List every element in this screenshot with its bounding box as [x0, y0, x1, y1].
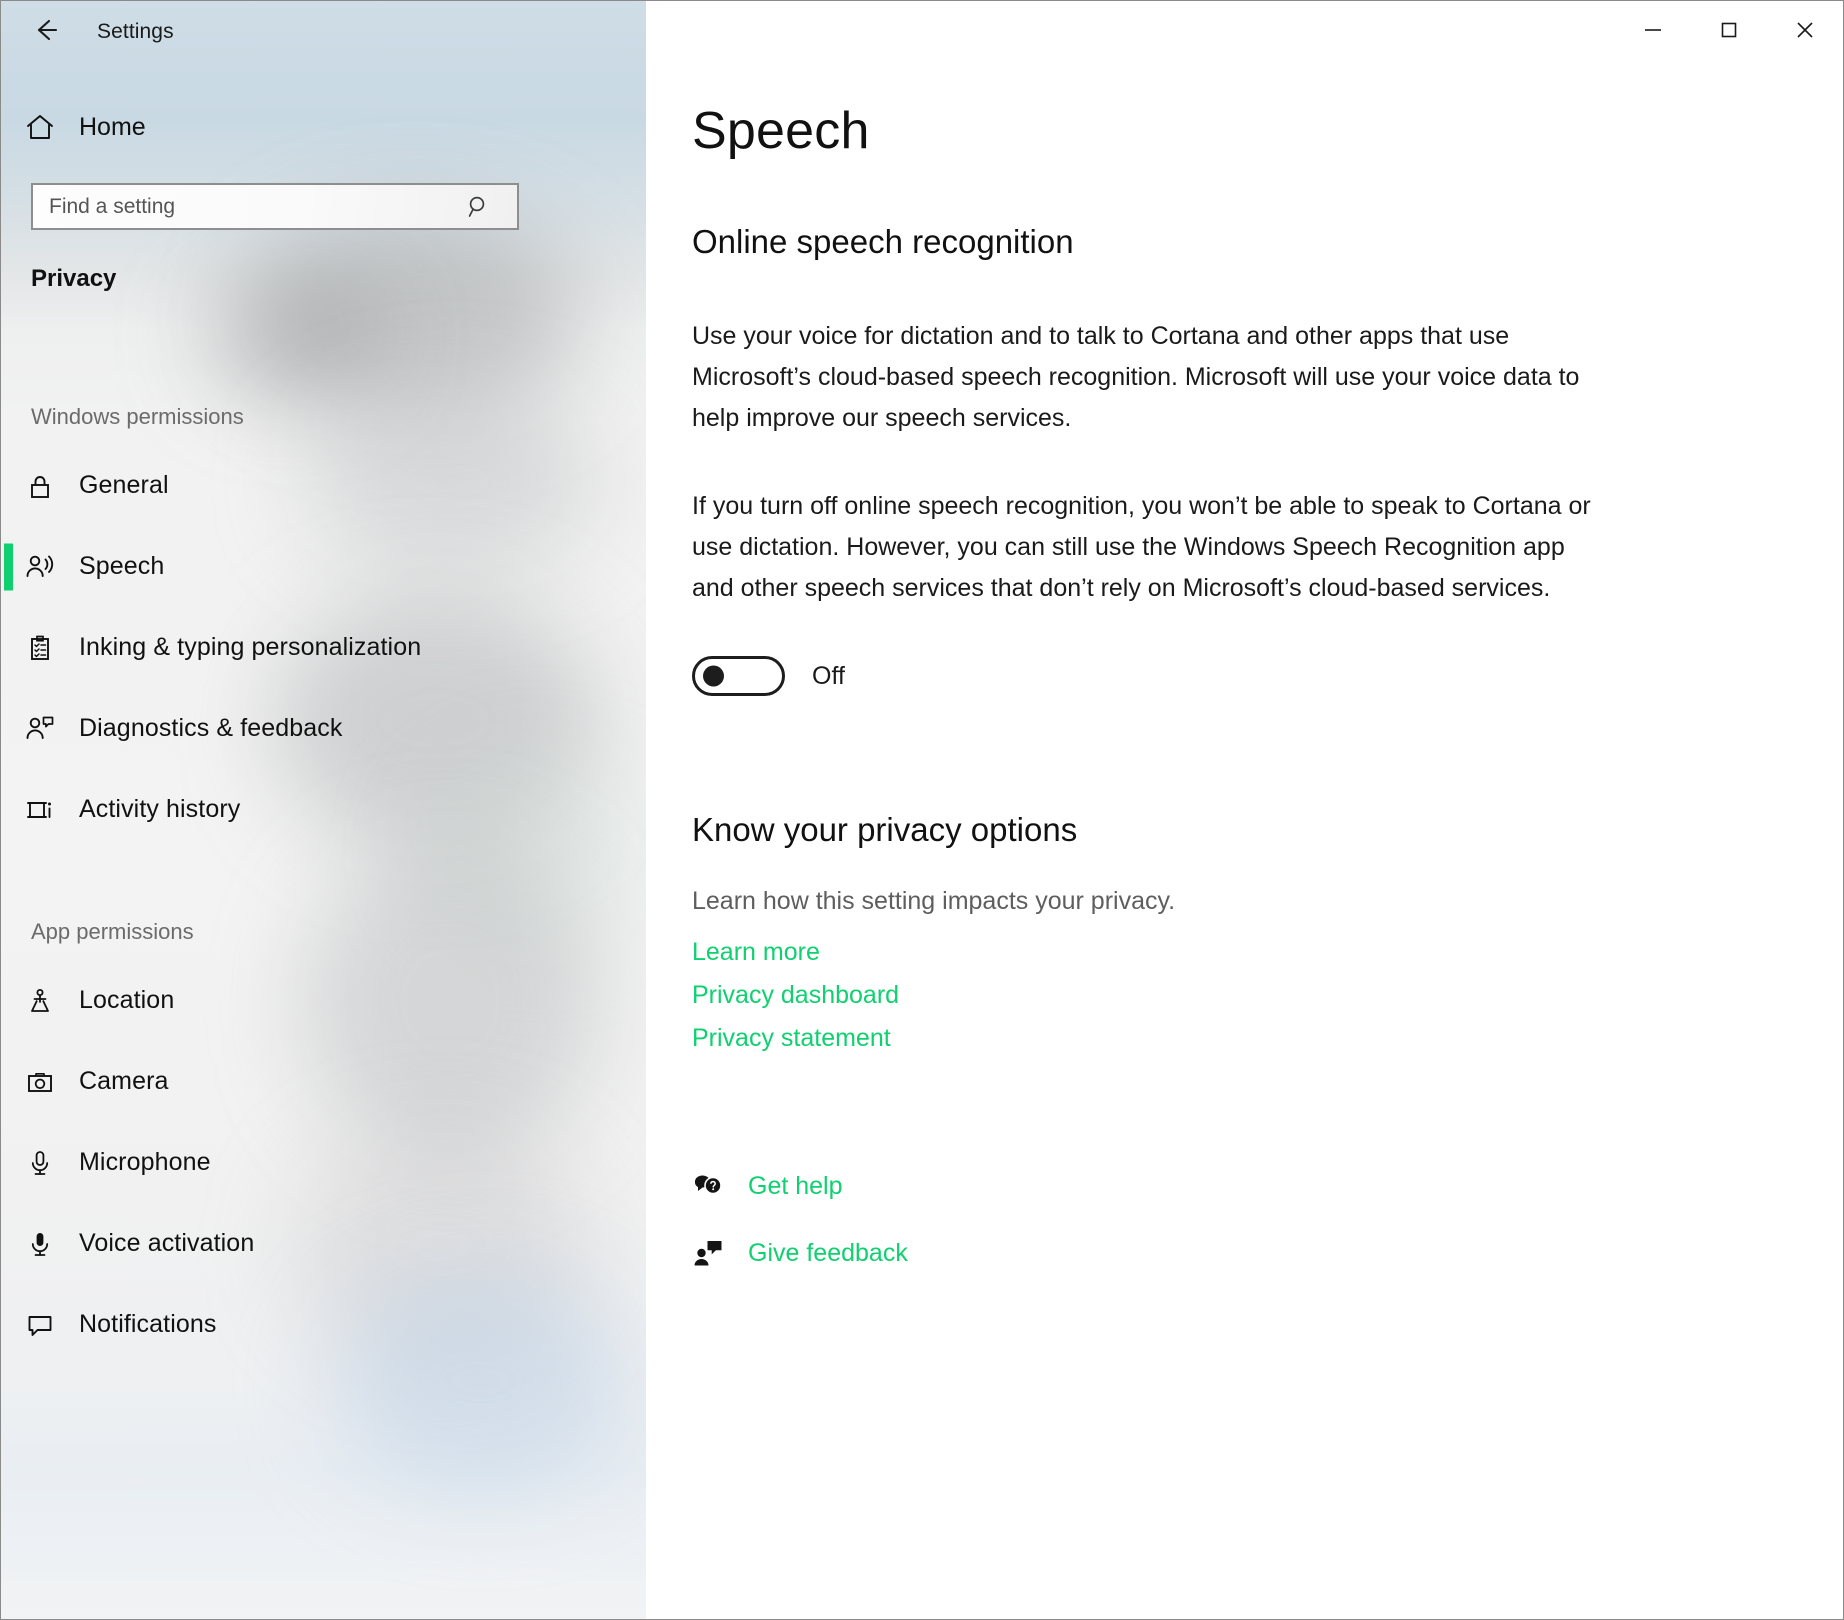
back-arrow-icon [29, 13, 63, 52]
sidebar-item-inking-typing-label: Inking & typing personalization [79, 633, 422, 661]
sidebar-item-activity-history[interactable]: Activity history [1, 769, 561, 850]
page-title: Speech [692, 102, 870, 160]
sidebar-nav-list: Windows permissions General Speech Inkin… [1, 389, 646, 1365]
minimize-icon [1640, 17, 1666, 48]
toggle-knob [703, 665, 724, 687]
sidebar-item-general-label: General [79, 471, 169, 499]
window-controls [1615, 1, 1843, 63]
sidebar-item-camera[interactable]: Camera [1, 1041, 561, 1122]
minimize-button[interactable] [1615, 1, 1691, 63]
sidebar-item-diagnostics-label: Diagnostics & feedback [79, 714, 343, 742]
link-privacy-dashboard[interactable]: Privacy dashboard [692, 974, 899, 1017]
sidebar-item-location[interactable]: Location [1, 960, 561, 1041]
sidebar-item-home-label: Home [79, 112, 146, 141]
sidebar-item-notifications[interactable]: Notifications [1, 1284, 561, 1365]
online-speech-recognition-toggle-row: Off [692, 656, 845, 696]
feedback-person-icon [692, 1237, 748, 1271]
person-feedback-icon [1, 712, 79, 746]
sidebar-item-activity-history-label: Activity history [79, 795, 241, 823]
sidebar-item-diagnostics-feedback[interactable]: Diagnostics & feedback [1, 688, 561, 769]
sidebar: Settings Home Find a setting Privacy Win… [1, 1, 646, 1619]
lock-icon [1, 470, 79, 502]
get-help-link[interactable]: Get help [692, 1153, 843, 1220]
online-speech-recognition-toggle[interactable] [692, 656, 785, 696]
search-input[interactable] [33, 185, 453, 228]
get-help-label: Get help [748, 1172, 843, 1200]
close-icon [1792, 17, 1818, 48]
location-pin-icon [1, 985, 79, 1017]
sidebar-item-voice-activation-label: Voice activation [79, 1229, 255, 1257]
privacy-links-list: Learn more Privacy dashboard Privacy sta… [692, 931, 899, 1060]
speech-bubble-icon [1, 1309, 79, 1341]
privacy-options-subtext: Learn how this setting impacts your priv… [692, 887, 1176, 915]
back-button[interactable] [15, 9, 77, 55]
sidebar-item-inking-typing-personalization[interactable]: Inking & typing personalization [1, 607, 561, 688]
microphone-icon [1, 1147, 79, 1179]
clipboard-checklist-icon [1, 632, 79, 664]
settings-window: Settings Home Find a setting Privacy Win… [0, 0, 1844, 1620]
maximize-icon [1716, 17, 1742, 48]
section-heading-online-speech-recognition: Online speech recognition [692, 223, 1074, 260]
description-paragraph-2: If you turn off online speech recognitio… [692, 492, 1591, 602]
sidebar-item-speech[interactable]: Speech [1, 526, 561, 607]
toggle-state-label: Off [812, 661, 845, 690]
sidebar-item-home[interactable]: Home [1, 99, 561, 155]
titlebar: Settings [1, 1, 646, 63]
home-icon [1, 111, 79, 143]
content-pane: Speech Online speech recognition Use you… [646, 1, 1843, 1619]
sidebar-item-voice-activation[interactable]: Voice activation [1, 1203, 561, 1284]
sidebar-item-general[interactable]: General [1, 445, 561, 526]
section-heading-know-your-privacy-options: Know your privacy options [692, 811, 1078, 848]
sidebar-group-header-windows-permissions: Windows permissions [31, 404, 244, 429]
sidebar-item-camera-label: Camera [79, 1067, 169, 1095]
help-bubbles-icon [692, 1170, 748, 1204]
window-title: Settings [97, 20, 174, 43]
sidebar-item-microphone-label: Microphone [79, 1148, 211, 1176]
sidebar-item-notifications-label: Notifications [79, 1310, 217, 1338]
sidebar-item-speech-label: Speech [79, 552, 165, 580]
page-category-title: Privacy [31, 265, 117, 292]
sidebar-item-microphone[interactable]: Microphone [1, 1122, 561, 1203]
sidebar-item-location-label: Location [79, 986, 175, 1014]
give-feedback-label: Give feedback [748, 1239, 908, 1267]
link-privacy-statement[interactable]: Privacy statement [692, 1017, 891, 1060]
close-button[interactable] [1767, 1, 1843, 63]
sidebar-group-header-app-permissions: App permissions [31, 919, 194, 944]
give-feedback-link[interactable]: Give feedback [692, 1220, 908, 1287]
camera-icon [1, 1066, 79, 1098]
link-learn-more[interactable]: Learn more [692, 931, 820, 974]
speech-person-icon [1, 550, 79, 584]
search-box[interactable] [31, 183, 519, 230]
search-icon[interactable] [453, 185, 505, 228]
footer-links: Get help Give feedback [692, 1153, 908, 1287]
activity-history-icon [1, 794, 79, 826]
microphone-filled-icon [1, 1228, 79, 1260]
maximize-button[interactable] [1691, 1, 1767, 63]
description-paragraph-1: Use your voice for dictation and to talk… [692, 322, 1580, 432]
